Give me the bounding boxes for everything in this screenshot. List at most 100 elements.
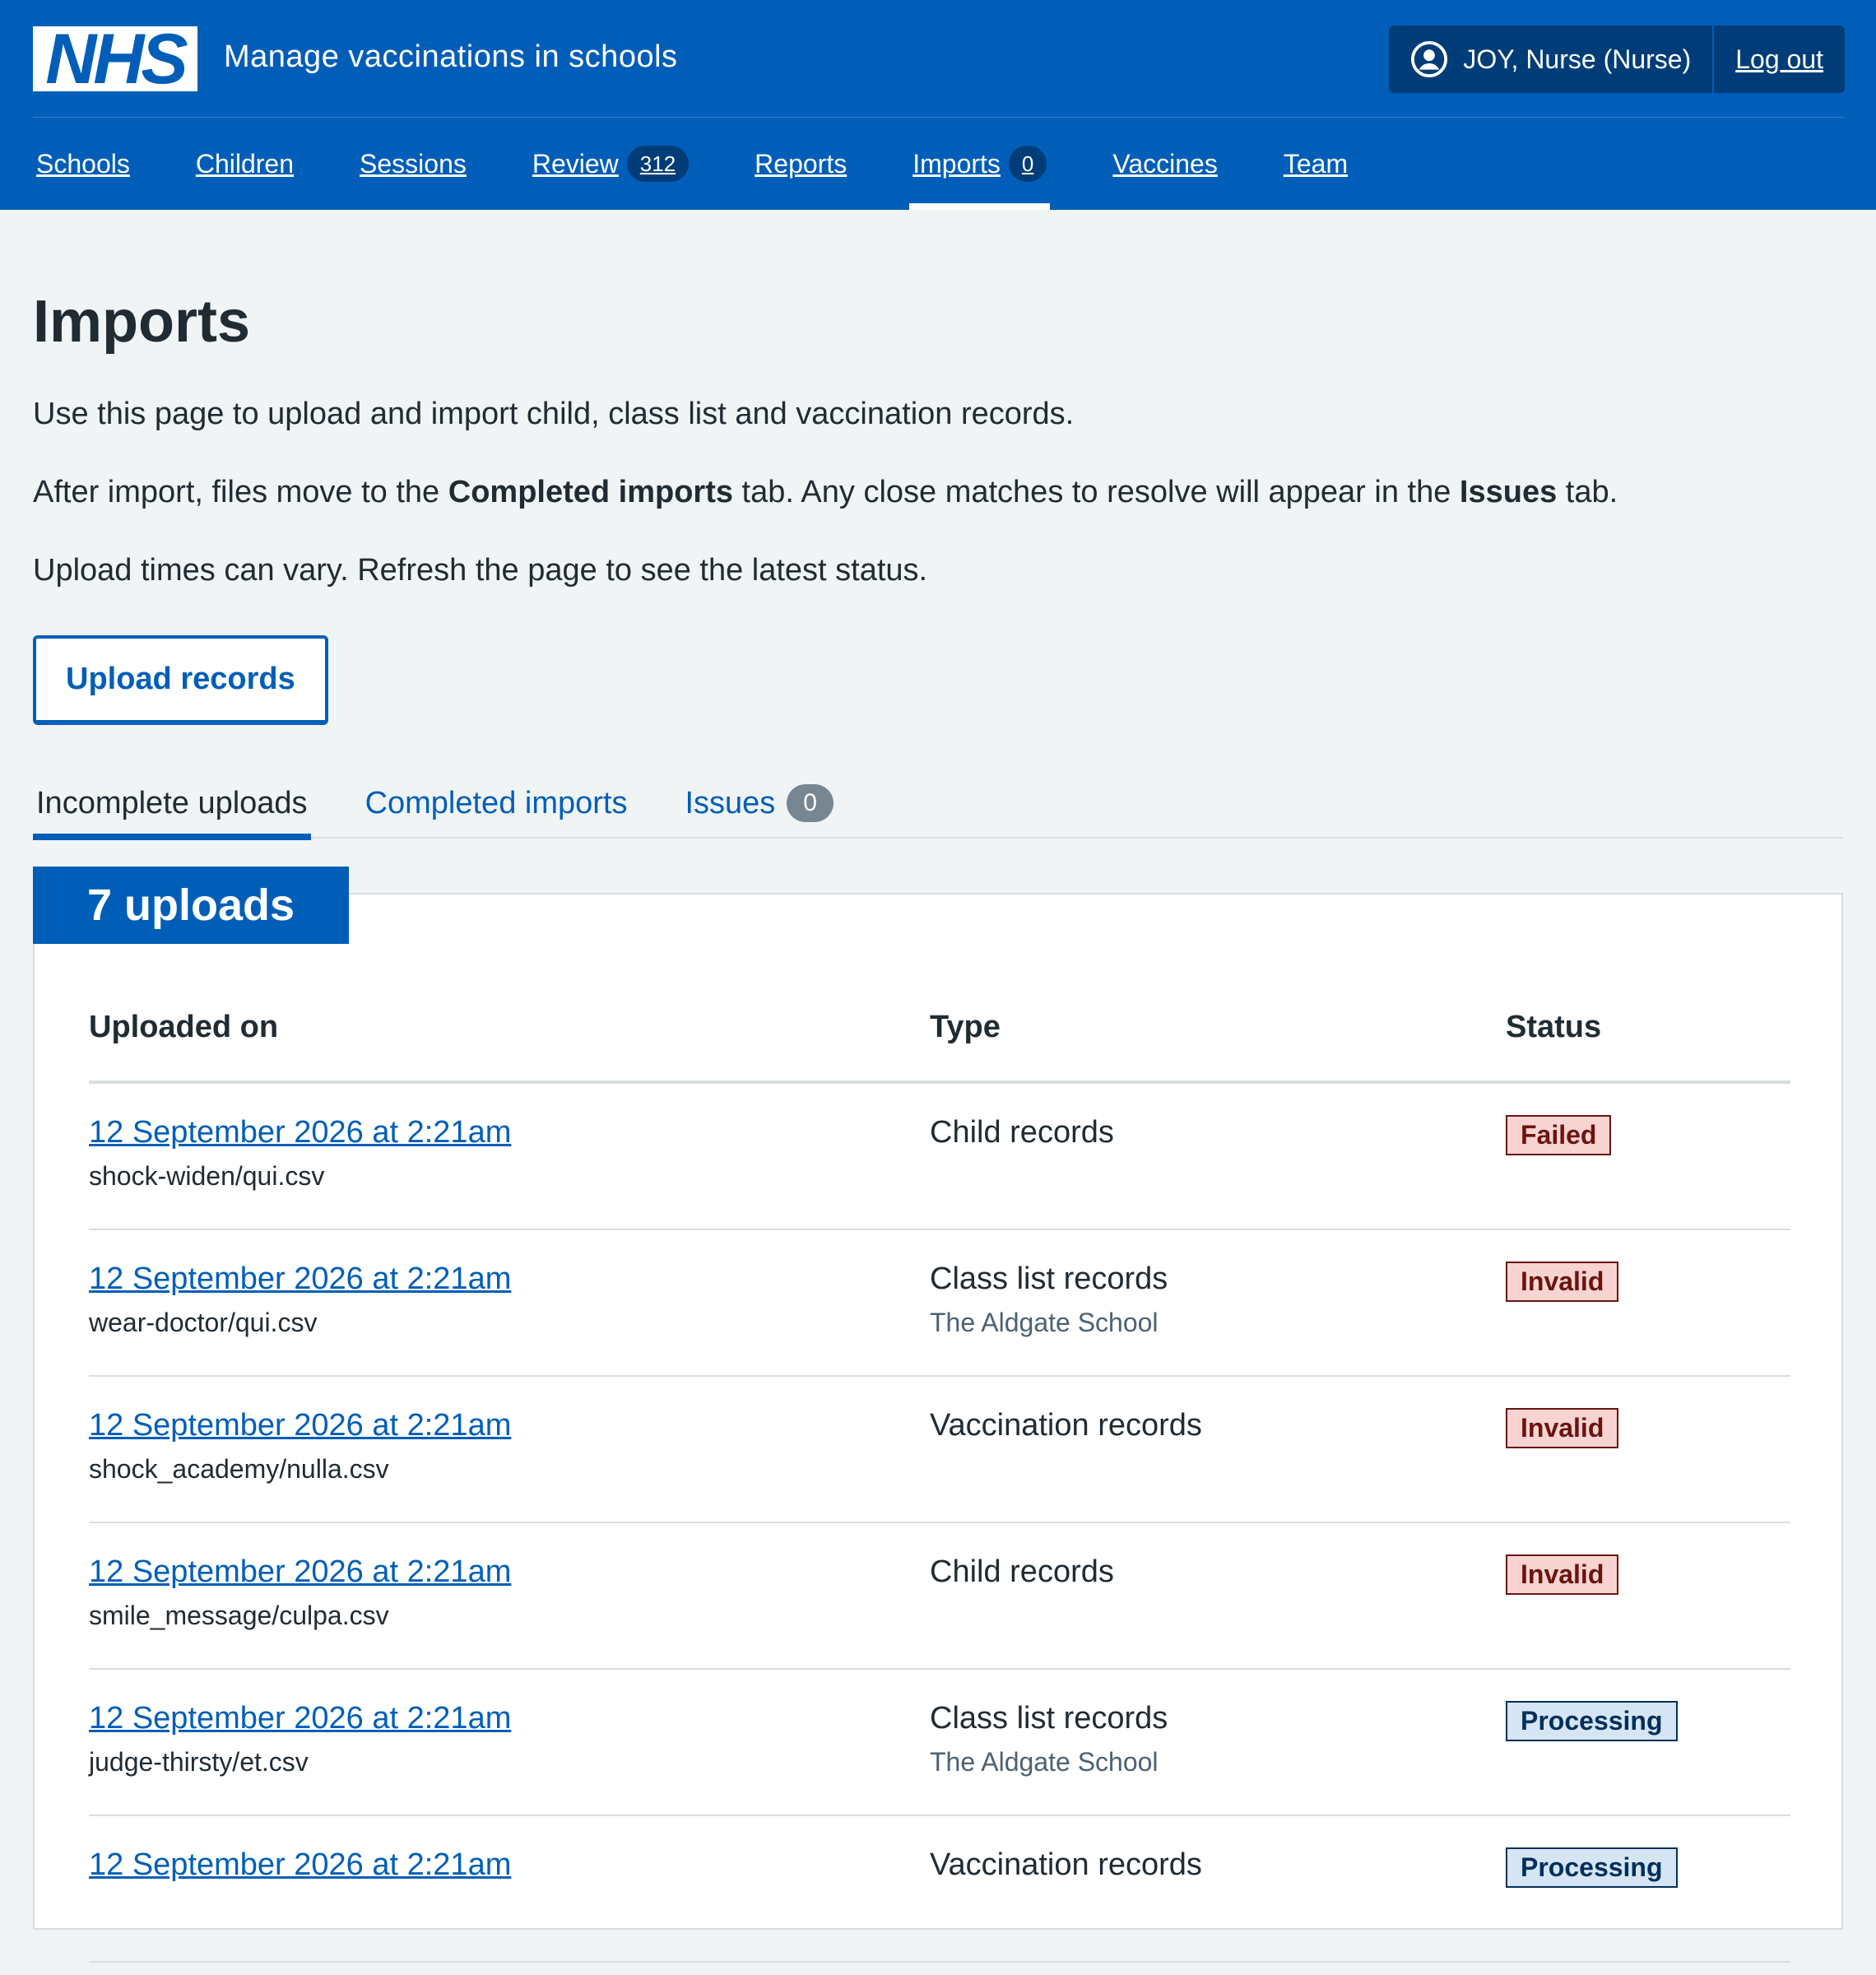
account-user: JOY, Nurse (Nurse) xyxy=(1389,26,1712,93)
table-header: Uploaded on Type Status xyxy=(89,1010,1790,1084)
type-cell: Child records xyxy=(930,1553,1506,1668)
intro-paragraph-3: Upload times can vary. Refresh the page … xyxy=(33,553,928,588)
table-row: 12 September 2026 at 2:21am shock_academ… xyxy=(89,1377,1790,1523)
status-cell: Failed xyxy=(1506,1113,1790,1229)
intro-text-part: tab. xyxy=(1557,475,1618,509)
user-name: JOY, Nurse (Nurse) xyxy=(1463,44,1692,74)
tab-completed-imports[interactable]: Completed imports xyxy=(362,773,631,834)
uploads-table: Uploaded on Type Status 12 September 202… xyxy=(89,1010,1790,1963)
nav-label: Vaccines xyxy=(1112,148,1218,179)
nav-label: Review xyxy=(532,148,619,179)
type-cell: Vaccination records xyxy=(930,1406,1506,1522)
site-header: NHS Manage vaccinations in schools JOY, … xyxy=(0,0,1876,210)
tab-list: Incomplete uploads Completed imports Iss… xyxy=(33,773,1843,840)
nav-label: Imports xyxy=(912,148,1001,179)
nav-label: Reports xyxy=(755,148,847,179)
intro-bold-issues: Issues xyxy=(1459,475,1558,509)
uploaded-on-cell: 12 September 2026 at 2:21am shock-widen/… xyxy=(89,1113,930,1229)
account-bar: JOY, Nurse (Nurse) Log out xyxy=(1389,26,1845,93)
nav-team[interactable]: Team xyxy=(1280,118,1351,210)
uploads-card: 7 uploads Uploaded on Type Status 12 Sep… xyxy=(33,867,1843,1963)
table-row: 12 September 2026 at 2:21am wear-doctor/… xyxy=(89,1230,1790,1377)
service-name[interactable]: Manage vaccinations in schools xyxy=(224,40,678,75)
nav-schools[interactable]: Schools xyxy=(33,118,133,210)
uploaded-on-cell: 12 September 2026 at 2:21am xyxy=(89,1846,930,1961)
table-row: 12 September 2026 at 2:21am Vaccination … xyxy=(89,1816,1790,1963)
status-cell: Invalid xyxy=(1506,1260,1790,1375)
intro-text-part: After import, files move to the xyxy=(33,475,448,509)
table-row: 12 September 2026 at 2:21am smile_messag… xyxy=(89,1523,1790,1670)
type-cell: Class list records The Aldgate School xyxy=(930,1260,1506,1375)
tab-issues[interactable]: Issues 0 xyxy=(681,773,837,834)
tab-label: Issues xyxy=(685,785,776,820)
nhs-logo[interactable]: NHS xyxy=(33,24,197,95)
issues-count-badge: 0 xyxy=(787,784,834,822)
nav-label: Schools xyxy=(36,148,130,179)
upload-date-link[interactable]: 12 September 2026 at 2:21am xyxy=(89,1260,930,1298)
review-count-badge: 312 xyxy=(626,146,690,182)
file-name: judge-thirsty/et.csv xyxy=(89,1747,309,1777)
uploaded-on-cell: 12 September 2026 at 2:21am judge-thirst… xyxy=(89,1699,930,1815)
record-type: Child records xyxy=(930,1115,1114,1150)
uploaded-on-cell: 12 September 2026 at 2:21am smile_messag… xyxy=(89,1553,930,1668)
table-row: 12 September 2026 at 2:21am judge-thirst… xyxy=(89,1670,1790,1816)
imports-count-badge: 0 xyxy=(1008,146,1047,182)
intro-bold-completed: Completed imports xyxy=(448,475,733,509)
record-type: Class list records xyxy=(930,1701,1168,1736)
file-name: shock_academy/nulla.csv xyxy=(89,1454,389,1484)
file-name: wear-doctor/qui.csv xyxy=(89,1308,318,1337)
status-cell: Processing xyxy=(1506,1699,1790,1815)
logo-text: NHS xyxy=(45,19,188,99)
primary-nav: Schools Children Sessions Review 312 Repo… xyxy=(33,118,1410,210)
upload-date-link[interactable]: 12 September 2026 at 2:21am xyxy=(89,1113,930,1151)
upload-date-link[interactable]: 12 September 2026 at 2:21am xyxy=(89,1846,930,1884)
upload-date-link[interactable]: 12 September 2026 at 2:21am xyxy=(89,1406,930,1444)
nav-review[interactable]: Review 312 xyxy=(529,118,692,210)
intro-paragraph-1: Use this page to upload and import child… xyxy=(33,397,1075,431)
status-cell: Invalid xyxy=(1506,1406,1790,1522)
type-cell: Vaccination records xyxy=(930,1846,1506,1961)
upload-date-link[interactable]: 12 September 2026 at 2:21am xyxy=(89,1699,930,1737)
main-content: Imports Use this page to upload and impo… xyxy=(33,210,1843,1963)
record-type: Class list records xyxy=(930,1262,1168,1296)
nav-sessions[interactable]: Sessions xyxy=(356,118,470,210)
school-name: The Aldgate School xyxy=(930,1308,1159,1337)
file-name: smile_message/culpa.csv xyxy=(89,1601,389,1630)
table-row: 12 September 2026 at 2:21am shock-widen/… xyxy=(89,1084,1790,1230)
upload-date-link[interactable]: 12 September 2026 at 2:21am xyxy=(89,1553,930,1591)
upload-records-button[interactable]: Upload records xyxy=(33,635,328,725)
nav-imports[interactable]: Imports 0 xyxy=(909,118,1051,210)
uploads-count-heading: 7 uploads xyxy=(33,867,350,944)
intro-text-part: tab. Any close matches to resolve will a… xyxy=(733,475,1460,509)
nav-label: Team xyxy=(1283,148,1349,179)
record-type: Vaccination records xyxy=(930,1847,1202,1882)
tab-incomplete-uploads[interactable]: Incomplete uploads xyxy=(33,773,311,840)
tab-label: Incomplete uploads xyxy=(36,785,308,820)
nav-vaccines[interactable]: Vaccines xyxy=(1109,118,1220,210)
intro-paragraph-2: After import, files move to the Complete… xyxy=(33,469,1843,516)
file-name: shock-widen/qui.csv xyxy=(89,1161,325,1191)
status-cell: Processing xyxy=(1506,1846,1790,1961)
status-tag: Invalid xyxy=(1506,1262,1619,1302)
type-cell: Child records xyxy=(930,1113,1506,1229)
uploaded-on-cell: 12 September 2026 at 2:21am shock_academ… xyxy=(89,1406,930,1522)
status-tag: Invalid xyxy=(1506,1408,1619,1448)
uploaded-on-cell: 12 September 2026 at 2:21am wear-doctor/… xyxy=(89,1260,930,1375)
record-type: Child records xyxy=(930,1554,1114,1589)
status-cell: Invalid xyxy=(1506,1553,1790,1668)
logout-link[interactable]: Log out xyxy=(1714,44,1845,75)
user-icon xyxy=(1411,40,1448,78)
status-tag: Invalid xyxy=(1506,1554,1619,1595)
nav-reports[interactable]: Reports xyxy=(751,118,850,210)
nav-label: Children xyxy=(195,148,295,179)
type-cell: Class list records The Aldgate School xyxy=(930,1699,1506,1815)
school-name: The Aldgate School xyxy=(930,1747,1159,1777)
column-header-status: Status xyxy=(1506,1010,1602,1044)
nav-label: Sessions xyxy=(360,148,467,179)
status-tag: Failed xyxy=(1506,1115,1612,1155)
status-tag: Processing xyxy=(1506,1847,1678,1888)
status-tag: Processing xyxy=(1506,1701,1678,1741)
nav-children[interactable]: Children xyxy=(193,118,297,210)
page-title: Imports xyxy=(33,289,251,355)
column-header-type: Type xyxy=(930,1010,1001,1044)
